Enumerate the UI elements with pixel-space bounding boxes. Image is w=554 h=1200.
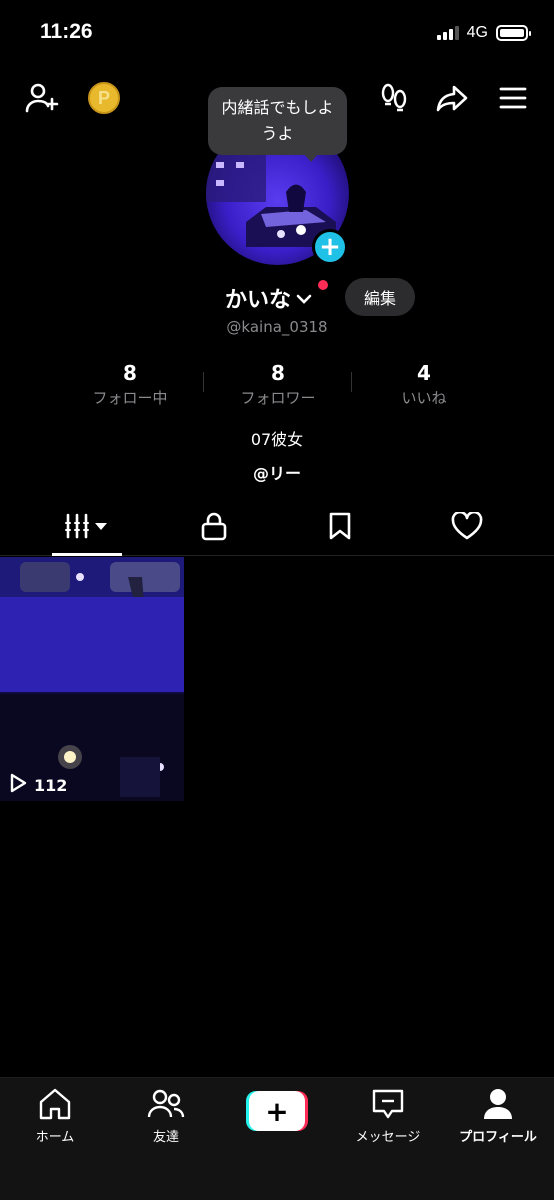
stat-followers[interactable]: 8 フォロワー: [203, 360, 353, 409]
nav-profile-label: プロフィール: [459, 1130, 537, 1145]
network-type: 4G: [466, 24, 488, 41]
menu-icon[interactable]: [495, 80, 531, 116]
share-icon[interactable]: [434, 80, 470, 116]
profile-icon: [482, 1086, 514, 1122]
nav-messages[interactable]: メッセージ: [333, 1086, 443, 1145]
stat-following[interactable]: 8 フォロー中: [55, 360, 205, 409]
videos-grid-icon: [64, 512, 110, 544]
stat-likes[interactable]: 4 いいね: [349, 360, 499, 409]
home-icon: [37, 1086, 73, 1122]
nav-friends-label: 友達: [152, 1130, 179, 1145]
profile-bio: 07彼女: [250, 430, 304, 449]
add-story-button[interactable]: +: [312, 229, 348, 265]
active-tab-indicator: [52, 553, 122, 556]
stat-label: フォロー中: [92, 389, 168, 407]
play-icon: [8, 773, 28, 797]
status-time: 11:26: [40, 20, 93, 43]
status-indicators: 4G: [436, 24, 531, 42]
plus-icon: +: [249, 1091, 305, 1131]
nav-home[interactable]: ホーム: [0, 1086, 110, 1145]
lock-icon: [200, 511, 228, 545]
friends-icon: [147, 1086, 185, 1122]
inbox-icon: [371, 1086, 405, 1122]
video-thumbnail[interactable]: [0, 557, 184, 801]
chevron-down-icon: [295, 291, 313, 310]
signal-icon: [436, 26, 459, 40]
tab-liked[interactable]: [398, 500, 536, 556]
nav-profile[interactable]: プロフィール: [443, 1086, 553, 1145]
profile-screen: 11:26 4G P + 内緒話でもしようよ かいな 編集 @kaina_031…: [0, 0, 554, 1200]
battery-icon: [496, 25, 531, 41]
view-count: 112: [34, 775, 68, 795]
tab-saved[interactable]: [271, 500, 409, 556]
coin-button[interactable]: P: [86, 80, 122, 116]
nav-friends[interactable]: 友達: [111, 1086, 221, 1145]
nav-messages-label: メッセージ: [355, 1130, 421, 1145]
stat-value: 4: [417, 361, 431, 385]
profile-tabs: [0, 500, 554, 556]
nav-home-label: ホーム: [35, 1130, 75, 1145]
stat-value: 8: [123, 361, 137, 385]
stat-label: フォロワー: [240, 389, 316, 407]
video-views: 112: [8, 773, 67, 797]
coin-icon: P: [88, 82, 120, 114]
profile-handle: @kaina_0318: [226, 318, 328, 336]
stat-label: いいね: [401, 389, 447, 407]
add-friend-icon[interactable]: [24, 80, 60, 116]
profile-link[interactable]: @リー: [0, 460, 554, 484]
footprints-icon[interactable]: [376, 80, 412, 116]
edit-profile-button[interactable]: 編集: [345, 278, 415, 316]
tab-private[interactable]: [145, 500, 283, 556]
profile-name: かいな: [225, 288, 292, 313]
bookmark-icon: [327, 511, 353, 545]
stat-value: 8: [271, 361, 285, 385]
notification-dot: [318, 280, 328, 290]
create-button[interactable]: +: [246, 1091, 308, 1131]
profile-name-row[interactable]: かいな: [225, 282, 313, 314]
message-bubble[interactable]: 内緒話でもしようよ: [208, 87, 347, 162]
heart-icon: [451, 510, 483, 544]
tab-videos[interactable]: [18, 500, 156, 556]
